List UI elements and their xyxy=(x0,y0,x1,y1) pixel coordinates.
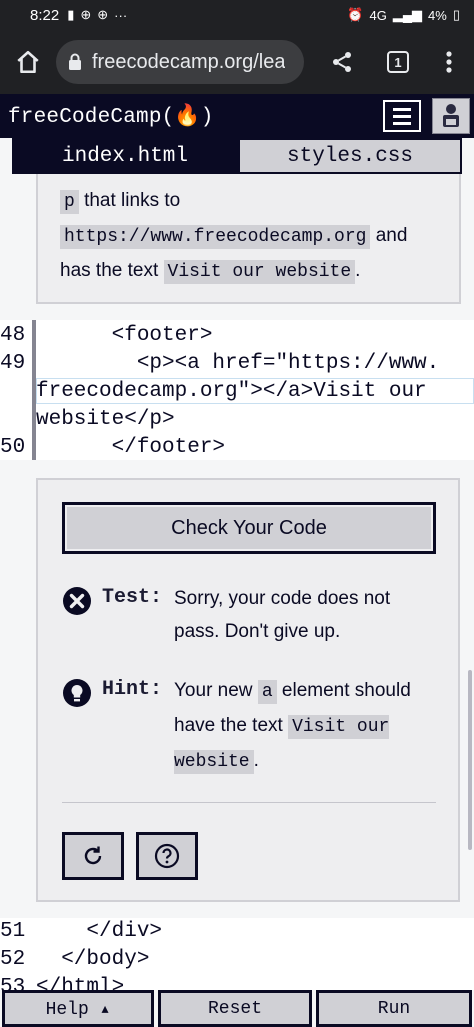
instruction-text: that links to xyxy=(78,190,181,211)
test-label: Test: xyxy=(102,586,163,609)
reset-button[interactable]: Reset xyxy=(158,990,312,1027)
lightbulb-icon xyxy=(63,679,91,707)
cursor-line-highlight xyxy=(36,378,474,404)
alarm-icon: ⏰ xyxy=(347,7,364,22)
fcc-navbar: freeCodeCamp(🔥) xyxy=(0,94,474,138)
fcc-logo[interactable]: freeCodeCamp(🔥) xyxy=(8,104,214,129)
hint-message: Your new a element should have the text … xyxy=(174,674,424,779)
inline-code: https://www.freecodecamp.org xyxy=(60,225,371,249)
browser-toolbar: freecodecamp.org/lea 1 xyxy=(0,30,474,94)
inline-code: Visit our website xyxy=(163,260,356,284)
divider xyxy=(62,802,436,803)
test-feedback-panel: Check Your Code Test: Sorry, your code d… xyxy=(36,478,460,902)
hint-text: Your new xyxy=(174,680,258,701)
inline-code: p xyxy=(60,190,79,214)
code-line[interactable]: </div> xyxy=(36,920,162,943)
code-line[interactable]: </body> xyxy=(36,948,149,971)
close-circle-icon xyxy=(63,587,91,615)
line-number: 50 xyxy=(0,436,26,459)
hamburger-bar xyxy=(393,107,411,111)
hint-text: . xyxy=(253,750,259,771)
inline-code: a xyxy=(257,680,277,704)
notification-icons: ▮ ⊕ ⊕ ··· xyxy=(67,7,127,23)
avatar[interactable] xyxy=(432,98,470,134)
share-button[interactable] xyxy=(312,30,372,94)
alert-icon: ▮ xyxy=(67,7,75,22)
line-number: 49 xyxy=(0,352,26,375)
instruction-text: and xyxy=(370,225,408,246)
test-message: Sorry, your code does not pass. Don't gi… xyxy=(174,588,391,642)
action-bar: Help ▴ Reset Run xyxy=(0,990,474,1027)
home-button[interactable] xyxy=(0,30,56,94)
hamburger-bar xyxy=(393,121,411,125)
test-result: Test: Sorry, your code does not pass. Do… xyxy=(62,582,424,648)
instruction-line: p that links to xyxy=(60,184,437,219)
instruction-line: has the text Visit our website. xyxy=(60,254,437,289)
hint-label: Hint: xyxy=(102,678,163,701)
network-label: 4G xyxy=(369,7,387,23)
question-circle-icon xyxy=(154,843,180,869)
status-bar: 8:22 ▮ ⊕ ⊕ ··· ⏰ 4G ▂▄▆ 4% ▯ xyxy=(0,0,474,30)
battery-percent: 4% xyxy=(428,7,447,23)
code-line[interactable]: <footer> xyxy=(36,324,213,347)
run-button[interactable]: Run xyxy=(316,990,472,1027)
url-text: freecodecamp.org/lea xyxy=(92,50,286,73)
file-tabs: index.html styles.css xyxy=(0,138,474,174)
hint-result: Hint: Your new a element should have the… xyxy=(62,674,424,779)
address-bar[interactable]: freecodecamp.org/lea xyxy=(56,40,304,84)
more-notifications-icon: ··· xyxy=(114,7,128,23)
scrollbar-thumb[interactable] xyxy=(468,670,472,850)
step-instructions: p that links to https://www.freecodecamp… xyxy=(36,174,461,304)
line-number: 52 xyxy=(0,948,26,971)
signal-icon: ▂▄▆ xyxy=(392,7,423,22)
help-button[interactable] xyxy=(136,832,198,880)
tab-switcher-button[interactable]: 1 xyxy=(372,30,424,94)
game-controller-icon: ⊕ xyxy=(80,7,92,22)
code-line[interactable]: website</p> xyxy=(36,408,175,431)
game-controller-icon-2: ⊕ xyxy=(97,7,109,22)
more-vert-icon xyxy=(446,51,452,73)
tab-count: 1 xyxy=(387,51,409,73)
menu-button[interactable] xyxy=(383,100,421,132)
lock-icon xyxy=(68,53,82,71)
reset-lesson-button[interactable] xyxy=(62,832,124,880)
battery-icon: ▯ xyxy=(452,7,460,22)
check-code-button[interactable]: Check Your Code xyxy=(62,502,436,554)
home-icon xyxy=(17,50,39,74)
tab-styles-css[interactable]: styles.css xyxy=(238,138,462,174)
status-time: 8:22 xyxy=(30,6,60,24)
line-number: 51 xyxy=(0,920,26,943)
refresh-icon xyxy=(84,846,102,865)
code-line[interactable]: </footer> xyxy=(36,436,225,459)
code-line[interactable]: <p><a href="https://www. xyxy=(36,352,439,375)
avatar-icon xyxy=(443,104,459,127)
share-icon xyxy=(333,52,351,72)
instruction-text: has the text xyxy=(60,260,164,281)
line-number: 48 xyxy=(0,324,26,347)
browser-menu-button[interactable] xyxy=(424,30,474,94)
code-editor-lower[interactable]: 51 </div> 52 </body> 53 </html> xyxy=(0,918,474,992)
instruction-line: https://www.freecodecamp.org and xyxy=(60,219,437,254)
tab-index-html[interactable]: index.html xyxy=(12,138,238,174)
instruction-text: . xyxy=(355,260,361,281)
hamburger-bar xyxy=(393,114,411,118)
help-dropdown-button[interactable]: Help ▴ xyxy=(2,990,154,1027)
